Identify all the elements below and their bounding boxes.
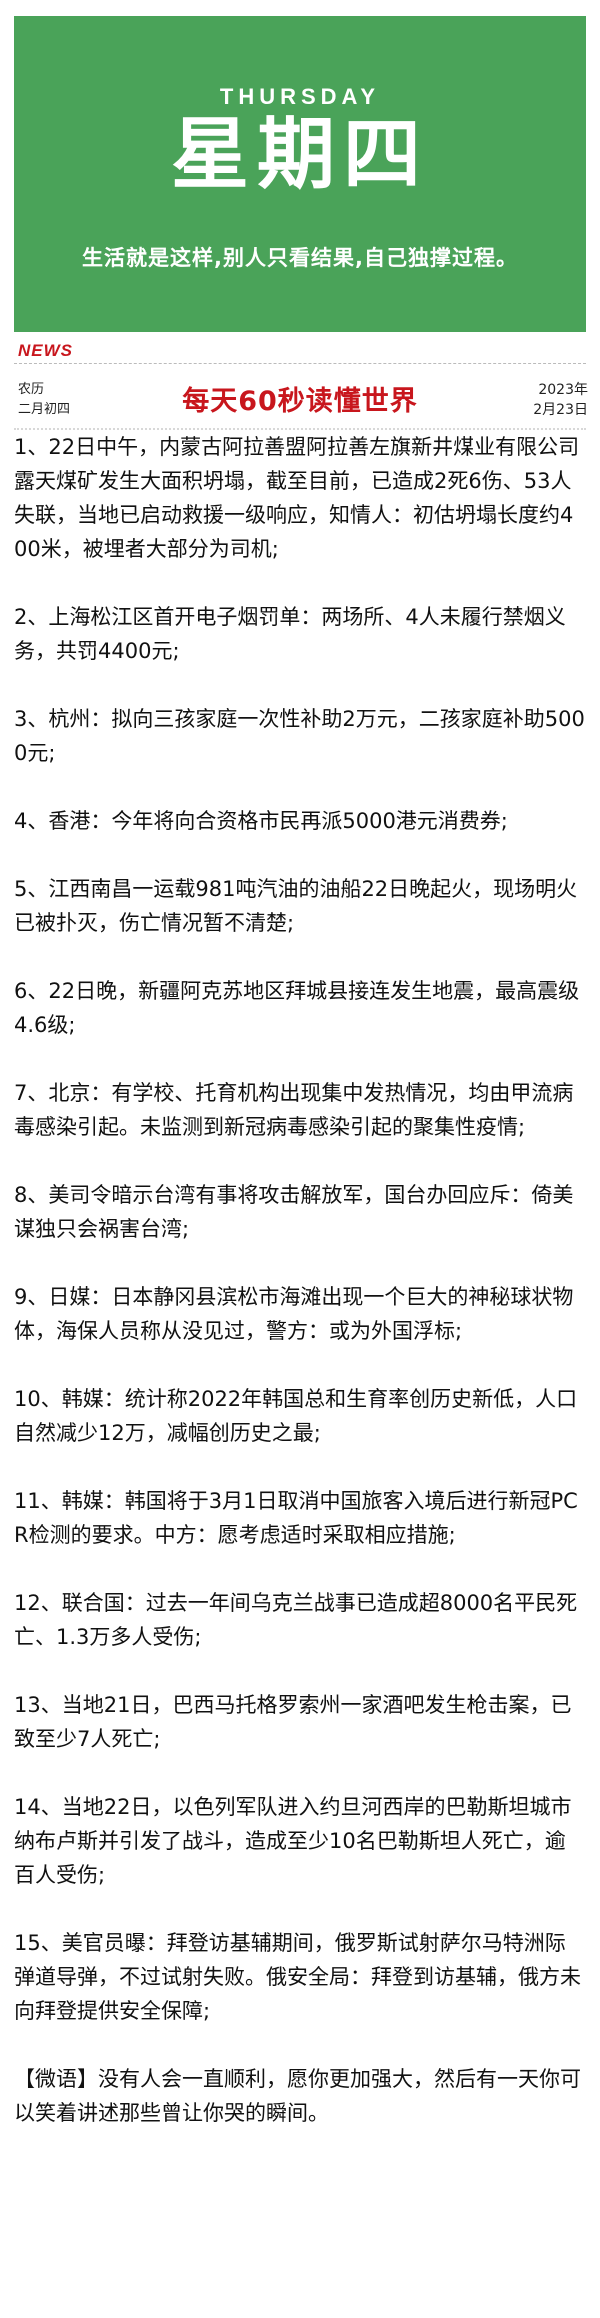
gregorian-day: 2月23日 [533,402,588,418]
news-item: 7、北京：有学校、托育机构出现集中发热情况，均由甲流病毒感染引起。未监测到新冠病… [14,1081,574,1139]
news-item: 14、当地22日，以色列军队进入约旦河西岸的巴勒斯坦城市纳布卢斯并引发了战斗，造… [14,1795,572,1887]
news-tag: NEWS [18,341,73,360]
news-item: 5、江西南昌一运载981吨汽油的油船22日晚起火，现场明火已被扑灭，伤亡情况暂不… [14,877,578,935]
banner-motto: 生活就是这样,别人只看结果,自己独撑过程。 [82,246,518,270]
page: THURSDAY 星期四 生活就是这样,别人只看结果,自己独撑过程。 NEWS … [0,0,600,2318]
gregorian-year: 2023年 [538,382,588,398]
news-item: 1、22日中午，内蒙古阿拉善盟阿拉善左旗新井煤业有限公司露天煤矿发生大面积坍塌，… [14,435,580,561]
news-item: 6、22日晚，新疆阿克苏地区拜城县接连发生地震，最高震级4.6级; [14,979,580,1037]
gregorian-date: 2023年 2月23日 [488,380,588,420]
weekday-chinese: 星期四 [170,110,429,200]
weiyu-quote: 【微语】没有人会一直顺利，愿你更加强大，然后有一天你可以笑着讲述那些曾让你哭的瞬… [14,2067,581,2125]
news-item: 3、杭州：拟向三孩家庭一次性补助2万元，二孩家庭补助5000元; [14,707,585,765]
news-item: 13、当地21日，巴西马托格罗索州一家酒吧发生枪击案，已致至少7人死亡; [14,1693,572,1751]
weekday-banner: THURSDAY 星期四 生活就是这样,别人只看结果,自己独撑过程。 [14,16,586,332]
headline: 每天60秒读懂世界 [182,386,418,417]
lunar-date-label: 农历 [18,382,45,397]
lunar-date-value: 二月初四 [18,402,71,417]
weekday-english: THURSDAY [219,84,381,109]
lunar-date: 农历 二月初四 [18,380,98,420]
dashed-divider [14,363,586,364]
news-item: 11、韩媒：韩国将于3月1日取消中国旅客入境后进行新冠PCR检测的要求。中方：愿… [14,1489,578,1547]
news-item: 2、上海松江区首开电子烟罚单：两场所、4人未履行禁烟义务，共罚4400元; [14,605,566,663]
news-list: 1、22日中午，内蒙古阿拉善盟阿拉善左旗新井煤业有限公司露天煤矿发生大面积坍塌，… [14,430,586,2130]
news-item: 8、美司令暗示台湾有事将攻击解放军，国台办回应斥：倚美谋独只会祸害台湾; [14,1183,574,1241]
news-item: 4、香港：今年将向合资格市民再派5000港元消费券; [14,809,508,833]
news-item: 12、联合国：过去一年间乌克兰战事已造成超8000名平民死亡、1.3万多人受伤; [14,1591,578,1649]
news-item: 9、日媒：日本静冈县滨松市海滩出现一个巨大的神秘球状物体，海保人员称从没见过，警… [14,1285,574,1343]
news-item: 15、美官员曝：拜登访基辅期间，俄罗斯试射萨尔马特洲际弹道导弹，不过试射失败。俄… [14,1931,581,2023]
news-item: 10、韩媒：统计称2022年韩国总和生育率创历史新低，人口自然减少12万，减幅创… [14,1387,578,1445]
